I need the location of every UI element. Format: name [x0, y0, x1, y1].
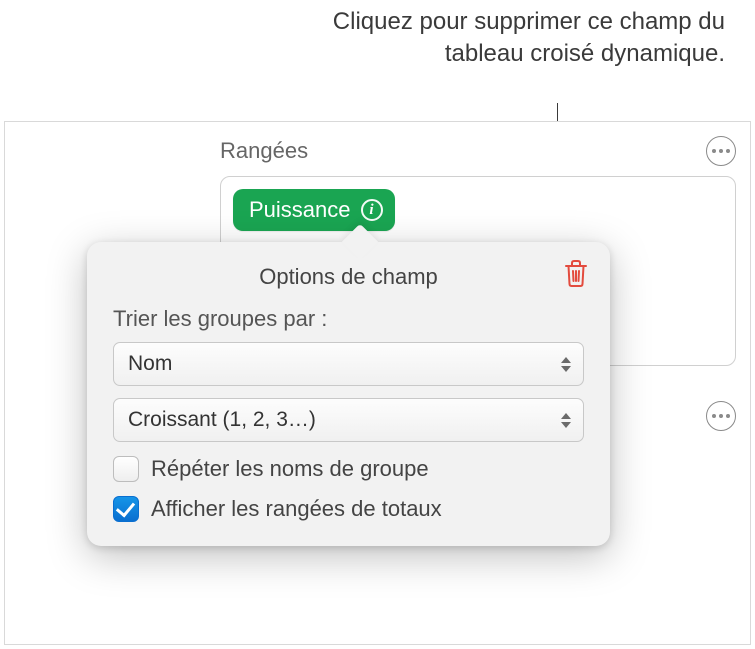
show-total-rows-checkbox[interactable]: [113, 496, 139, 522]
show-total-rows-label: Afficher les rangées de totaux: [151, 496, 442, 522]
sort-order-value: Croissant (1, 2, 3…): [128, 408, 316, 432]
more-icon: [712, 414, 716, 418]
stepper-icon: [554, 404, 578, 436]
more-icon: [719, 149, 723, 153]
stepper-icon: [554, 348, 578, 380]
repeat-group-names-checkbox[interactable]: [113, 456, 139, 482]
more-icon: [719, 414, 723, 418]
sort-by-select[interactable]: Nom: [113, 342, 584, 386]
sort-groups-label: Trier les groupes par :: [113, 306, 584, 332]
more-icon: [726, 414, 730, 418]
rows-more-button[interactable]: [706, 136, 736, 166]
field-pill-puissance[interactable]: Puissance i: [233, 189, 395, 231]
trash-icon: [564, 260, 588, 288]
repeat-group-names-label: Répéter les noms de groupe: [151, 456, 429, 482]
repeat-group-names-row[interactable]: Répéter les noms de groupe: [113, 456, 584, 482]
rows-section-label: Rangées: [220, 138, 308, 164]
sort-by-value: Nom: [128, 352, 172, 376]
field-pill-label: Puissance: [249, 197, 351, 223]
popover-title: Options de champ: [113, 264, 584, 290]
sort-order-select[interactable]: Croissant (1, 2, 3…): [113, 398, 584, 442]
rows-section-header: Rangées: [220, 136, 736, 166]
more-icon: [712, 149, 716, 153]
more-icon: [726, 149, 730, 153]
delete-field-button[interactable]: [564, 260, 588, 288]
field-options-popover: Options de champ Trier les groupes par :…: [87, 242, 610, 546]
section-more-button[interactable]: [706, 401, 736, 431]
info-icon[interactable]: i: [361, 199, 383, 221]
callout-text: Cliquez pour supprimer ce champ du table…: [265, 6, 725, 71]
show-total-rows-row[interactable]: Afficher les rangées de totaux: [113, 496, 584, 522]
